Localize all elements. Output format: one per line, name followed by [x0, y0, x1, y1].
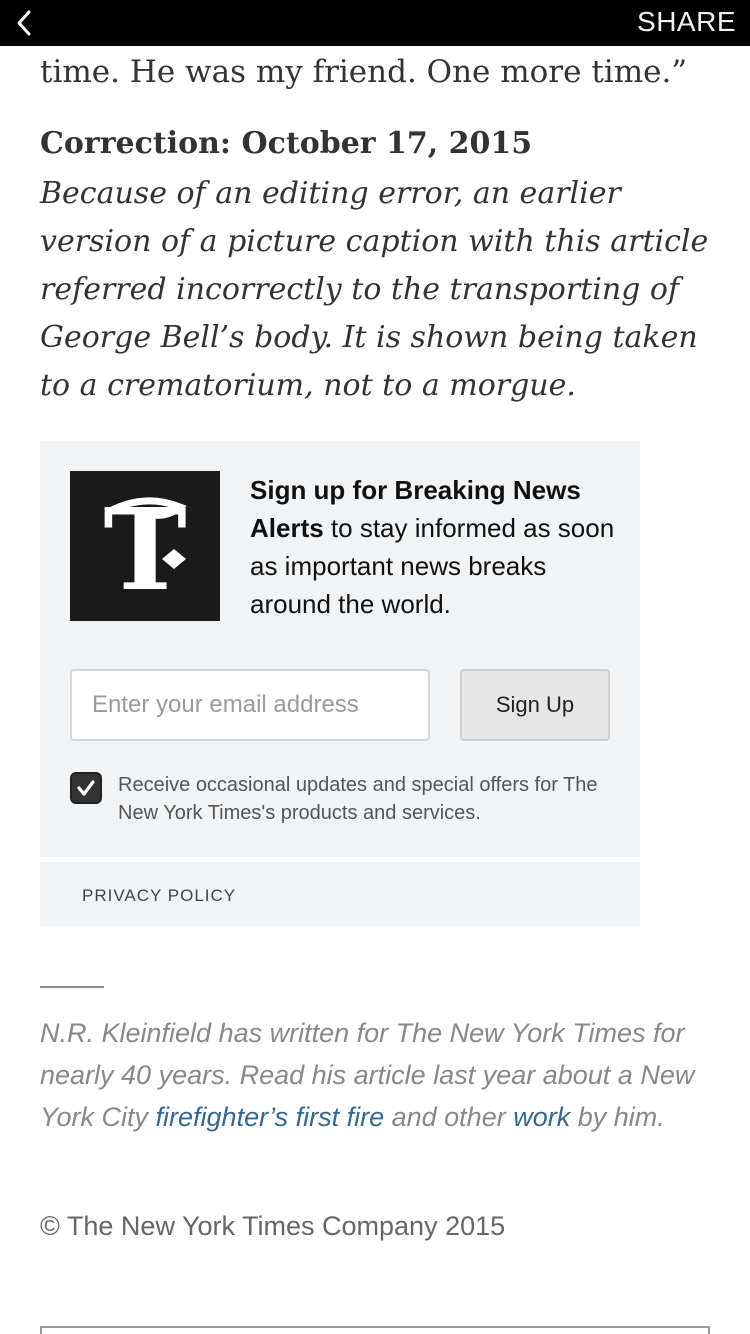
firefighter-article-link[interactable]: firefighter’s first fire	[156, 1102, 385, 1132]
author-work-link[interactable]: work	[513, 1102, 570, 1132]
correction-heading: Correction: October 17, 2015	[40, 126, 533, 161]
privacy-policy-bar: PRIVACY POLICY	[40, 862, 640, 926]
footer-edge	[40, 1326, 710, 1334]
email-input[interactable]	[70, 669, 430, 741]
author-bio-text-3: by him.	[570, 1102, 665, 1132]
newsletter-signup-panel: T Sign up for Breaking News Alerts to st…	[40, 441, 640, 857]
correction-body: Because of an editing error, an earlier …	[40, 176, 709, 403]
article-text-tail: time. He was my friend. One more time.”	[40, 54, 688, 90]
opt-in-label: Receive occasional updates and special o…	[118, 774, 598, 824]
author-bio-text-2: and other	[384, 1102, 514, 1132]
share-button[interactable]: SHARE	[637, 6, 736, 38]
privacy-policy-link[interactable]: PRIVACY POLICY	[82, 886, 236, 906]
signup-promo-text: Sign up for Breaking News Alerts to stay…	[250, 471, 620, 623]
author-bio: N.R. Kleinfield has written for The New …	[40, 1012, 720, 1138]
updates-opt-in-checkbox[interactable]	[70, 772, 102, 804]
chevron-left-icon	[17, 10, 31, 36]
section-divider	[40, 986, 104, 988]
nyt-t-logo-icon: T	[103, 485, 187, 616]
sign-up-button[interactable]: Sign Up	[460, 669, 610, 741]
nyt-logo: T	[70, 471, 220, 621]
back-button[interactable]	[4, 0, 44, 46]
top-bar: SHARE	[0, 0, 750, 46]
copyright-notice: © The New York Times Company 2015	[40, 1211, 506, 1241]
checkmark-icon	[77, 780, 95, 796]
